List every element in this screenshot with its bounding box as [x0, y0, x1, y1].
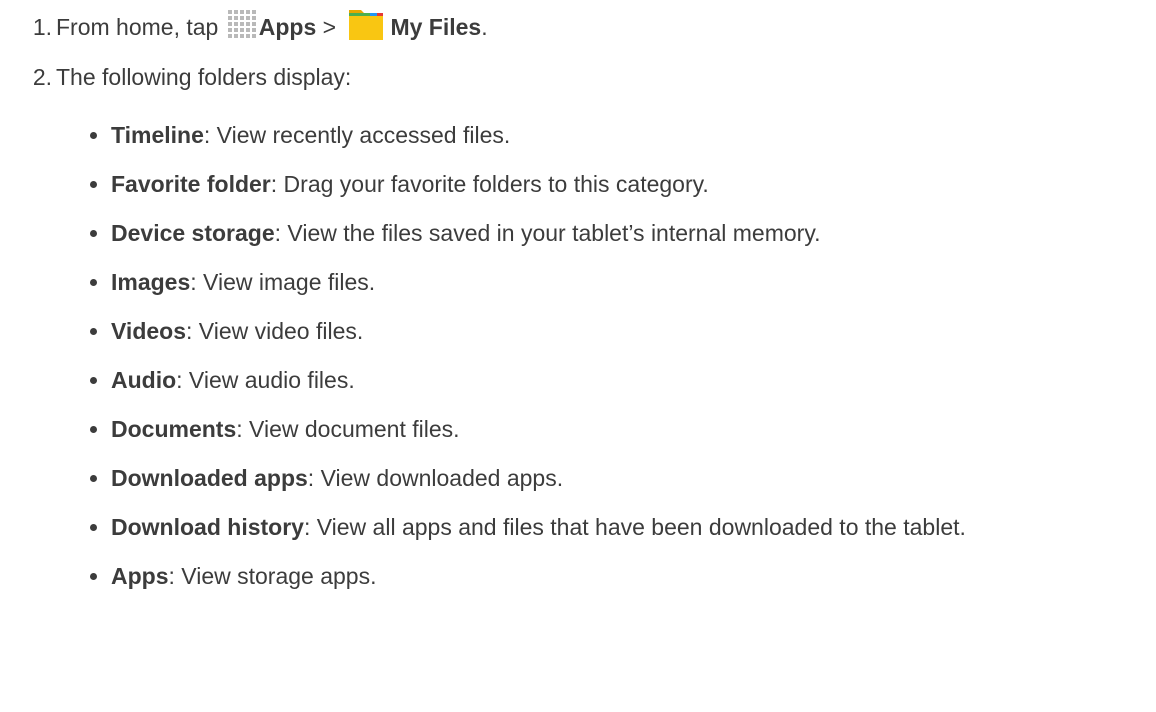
bullet-icon	[90, 279, 97, 286]
folder-description: : View storage apps.	[168, 563, 377, 589]
folder-description: : Drag your favorite folders to this cat…	[270, 171, 709, 197]
folder-description: : View video files.	[186, 318, 364, 344]
bullet-icon	[90, 524, 97, 531]
list-item: Audio: View audio files.	[80, 356, 966, 405]
folder-icon	[349, 10, 384, 40]
folder-description: : View recently accessed files.	[203, 122, 511, 148]
list-item: Timeline: View recently accessed files.	[80, 111, 966, 160]
folder-description: : View document files.	[236, 416, 460, 442]
list-item: Documents: View document files.	[80, 405, 966, 454]
folder-name: Timeline	[111, 122, 204, 148]
bullet-icon	[90, 475, 97, 482]
bullet-icon	[90, 181, 97, 188]
folder-name: Apps	[111, 563, 169, 589]
list-item: Download history: View all apps and file…	[80, 503, 966, 552]
folder-description: : View image files.	[190, 269, 376, 295]
folder-name: Downloaded apps	[111, 465, 308, 491]
bullet-icon	[90, 328, 97, 335]
folder-name: Audio	[111, 367, 177, 393]
apps-label: Apps	[258, 13, 317, 40]
my-files-label: My Files	[390, 13, 482, 40]
folder-name: Images	[111, 269, 191, 295]
bullet-icon	[90, 132, 97, 139]
step-number: 2.	[32, 63, 52, 90]
list-item: Favorite folder: Drag your favorite fold…	[80, 160, 966, 209]
list-item: Downloaded apps: View downloaded apps.	[80, 454, 966, 503]
bullet-icon	[90, 426, 97, 433]
folder-description: : View the files saved in your tablet’s …	[274, 220, 821, 246]
step-2: 2. The following folders display:	[0, 57, 352, 97]
list-item: Apps: View storage apps.	[80, 552, 966, 601]
separator: >	[316, 13, 343, 40]
step-number: 1.	[32, 13, 52, 40]
list-item: Videos: View video files.	[80, 307, 966, 356]
folder-name: Device storage	[111, 220, 275, 246]
apps-grid-icon	[227, 9, 257, 39]
folder-description: : View downloaded apps.	[307, 465, 564, 491]
folder-description: : View all apps and files that have been…	[303, 514, 966, 540]
instructions-document: 1. From home, tap Apps > My Files . 2. T…	[0, 0, 1156, 712]
list-item: Images: View image files.	[80, 258, 966, 307]
folder-name: Documents	[111, 416, 237, 442]
list-item: Device storage: View the files saved in …	[80, 209, 966, 258]
bullet-icon	[90, 230, 97, 237]
folder-name: Download history	[111, 514, 304, 540]
folder-name: Videos	[111, 318, 186, 344]
step-text: From home, tap	[56, 13, 225, 40]
folder-list: Timeline: View recently accessed files. …	[80, 111, 966, 601]
step-text: The following folders display:	[56, 63, 352, 90]
bullet-icon	[90, 377, 97, 384]
folder-description: : View audio files.	[176, 367, 355, 393]
bullet-icon	[90, 573, 97, 580]
step-end: .	[481, 13, 488, 40]
step-1: 1. From home, tap Apps > My Files .	[0, 7, 488, 47]
folder-name: Favorite folder	[111, 171, 271, 197]
